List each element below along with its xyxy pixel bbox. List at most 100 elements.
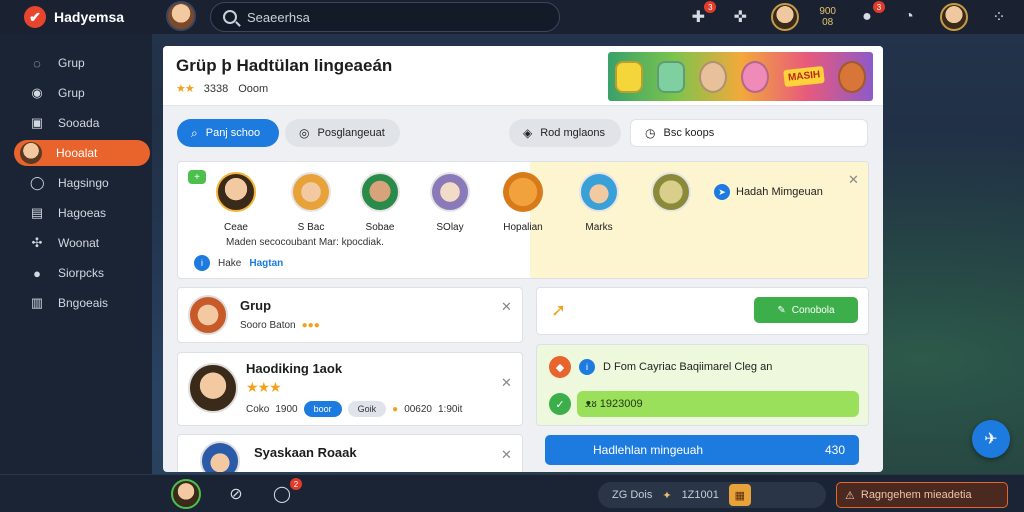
goik-button[interactable]: Goik xyxy=(347,401,387,417)
chat-icon[interactable]: ● 3 xyxy=(856,1,885,28)
card-stats: Coko 1900 boor Goik ● 00620 1:90it xyxy=(246,401,462,417)
panel-header: Grüp þ Hadtülan lingeaeán ★★ 3338 Ooom M… xyxy=(163,46,883,106)
menu-dots-icon[interactable]: ⁘ xyxy=(988,6,1010,28)
close-icon[interactable]: ✕ xyxy=(501,447,512,463)
sidebar-item-hooalat[interactable]: • Hooalat xyxy=(14,140,150,166)
friend-item[interactable]: Marks xyxy=(574,172,624,233)
compass-icon[interactable]: ⊘ xyxy=(224,481,248,507)
search-icon xyxy=(223,10,237,24)
avatar xyxy=(188,295,228,335)
sidebar-item-woonat[interactable]: ✣ Woonat xyxy=(14,230,150,256)
add-friend-button[interactable]: + xyxy=(188,170,206,184)
friend-name: Ceae xyxy=(224,222,248,233)
friend-item[interactable]: SOlay xyxy=(425,172,475,233)
compass-icon: ◌ xyxy=(33,55,41,71)
character-boy-icon xyxy=(699,60,728,93)
filter-chip-label: Rod mglaons xyxy=(540,127,606,139)
close-icon[interactable]: ✕ xyxy=(848,172,859,188)
friend-item[interactable] xyxy=(646,172,696,212)
friend-name: Sobae xyxy=(365,222,395,233)
sidebar-item-label: Woonat xyxy=(58,236,100,250)
sidebar-item-grup[interactable]: ◌ Grup xyxy=(14,50,150,76)
progress-bar[interactable]: ᴥᴕ 1923009 xyxy=(577,391,859,417)
chat-icon: ◎ xyxy=(299,126,310,140)
avatar xyxy=(430,172,470,212)
friends-card: + Ceae S Bac Sobae SOlay Hopalian Marks … xyxy=(177,161,869,279)
coin-value: 900 xyxy=(819,6,836,17)
primary-action-label: Hadlehlan mingeuah xyxy=(593,443,704,457)
search-input[interactable]: Seaeerhsa xyxy=(247,10,310,25)
card-subtitle: Sooro Baton ●●● xyxy=(240,320,320,331)
third-card[interactable]: Syaskaan Roaak ✕ xyxy=(177,434,523,472)
group-card[interactable]: Grup Sooro Baton ●●● ✕ xyxy=(177,287,523,343)
controller-icon: ✣ xyxy=(31,235,43,250)
friend-avatar[interactable] xyxy=(771,3,800,31)
page-title: Grüp þ Hadtülan lingeaeán xyxy=(176,56,393,75)
sidebar-item-hagoeas[interactable]: ▤ Hagoeas xyxy=(14,200,150,226)
bottom-bar: ⊘ ◯ 2 ZG Dois ✦ 1Z1001 ▦ ⚠ Ragngehem miea… xyxy=(0,474,1024,512)
sidebar: ◌ Grup ◉ Grup ▣ Sooada • Hooalat ◯ Hagsingo ▤… xyxy=(0,34,152,474)
friends-link[interactable]: i Hake Hagtan xyxy=(194,255,283,271)
user-avatar[interactable] xyxy=(940,3,968,31)
friend-item[interactable]: Sobae xyxy=(355,172,405,233)
sidebar-item-hagsingo[interactable]: ◯ Hagsingo xyxy=(14,170,150,196)
bell-icon[interactable]: ◔ xyxy=(898,6,920,28)
banner-label: MASIH xyxy=(782,65,825,88)
sidebar-item-siorpcks[interactable]: ● Siorpcks xyxy=(14,260,150,286)
boor-button[interactable]: boor xyxy=(303,401,342,417)
close-icon[interactable]: ✕ xyxy=(501,299,512,315)
friends-link-text: Hagtan xyxy=(249,257,284,269)
coin-icon: ● xyxy=(392,403,399,415)
chat-bubble-icon[interactable]: ◯ 2 xyxy=(270,478,302,507)
coin-sub-value: 08 xyxy=(822,17,834,28)
filter-search-label: Bsc koops xyxy=(663,127,715,139)
ranking-card[interactable]: Haodiking 1aok ★★★ Coko 1900 boor Goik ●… xyxy=(177,352,523,426)
sidebar-item-label: Hagsingo xyxy=(58,176,109,190)
close-icon[interactable]: ✕ xyxy=(501,375,512,391)
filter-chip-second[interactable]: ◎ Posglangeuat xyxy=(285,119,400,147)
sidebar-item-label: Grup xyxy=(58,86,85,100)
promo-banner[interactable]: MASIH xyxy=(608,52,873,101)
character-green-icon xyxy=(657,60,686,93)
card-title: Grup xyxy=(240,298,272,313)
bottom-avatar[interactable] xyxy=(170,479,202,509)
filter-chip-third[interactable]: ◈ Rod mglaons xyxy=(509,119,621,147)
globe-icon: ◉ xyxy=(31,85,43,100)
sidebar-item-sooada[interactable]: ▣ Sooada xyxy=(14,110,150,136)
calendar-icon: ▣ xyxy=(30,115,44,130)
alert-icon: ⚠ xyxy=(845,489,855,502)
plane-icon: ✈ xyxy=(984,431,998,448)
status-text: ZG Dois xyxy=(612,489,653,501)
app-logo[interactable]: ✔ Hadyemsa xyxy=(24,6,164,28)
search-bar[interactable]: Seaeerhsa xyxy=(210,2,560,32)
panel-sub-text: Ooom xyxy=(238,82,269,95)
friend-item[interactable]: S Bac xyxy=(286,172,336,233)
filter-chip-primary[interactable]: ⌕ Panj schoo xyxy=(177,119,279,147)
friend-item[interactable]: Hopalian xyxy=(498,172,548,233)
profile-avatar[interactable] xyxy=(166,1,196,31)
notification-badge: 3 xyxy=(704,1,717,13)
avatar xyxy=(171,479,201,509)
sidebar-item-bngoeais[interactable]: ▥ Bngoeais xyxy=(14,290,150,316)
send-fab-button[interactable]: ✈ xyxy=(972,420,1010,458)
friend-item[interactable]: Ceae xyxy=(211,172,261,233)
rating-stars-icon: ★★ xyxy=(176,83,195,95)
character-yellow-icon xyxy=(615,60,644,93)
filter-chip-label: Posglangeuat xyxy=(317,127,385,139)
primary-action-bar[interactable]: Hadlehlan mingeuah 430 xyxy=(545,435,859,465)
status-pill[interactable]: ZG Dois ✦ 1Z1001 ▦ xyxy=(598,482,826,508)
gamepad-icon[interactable]: ✜ xyxy=(729,6,751,28)
flame-icon: ◆ xyxy=(549,356,571,378)
progress-value: ᴥᴕ 1923009 xyxy=(585,398,643,410)
coin-counter: 900 08 xyxy=(819,6,836,28)
message-badge: 3 xyxy=(873,1,885,13)
conobola-button[interactable]: ✎ Conobola xyxy=(754,297,858,323)
sidebar-item-grup-2[interactable]: ◉ Grup xyxy=(14,80,150,106)
sidebar-item-label: Hooalat xyxy=(56,146,98,160)
filter-search-field[interactable]: ◷ Bsc koops xyxy=(630,119,868,147)
gift-icon[interactable]: ▦ xyxy=(728,484,751,506)
extra-stat: 1:90it xyxy=(438,403,463,415)
alert-button[interactable]: ⚠ Ragngehem mieadetia xyxy=(836,482,1008,508)
search-icon: ⌕ xyxy=(191,125,198,140)
puzzle-icon[interactable]: ✚ 3 xyxy=(687,1,717,28)
